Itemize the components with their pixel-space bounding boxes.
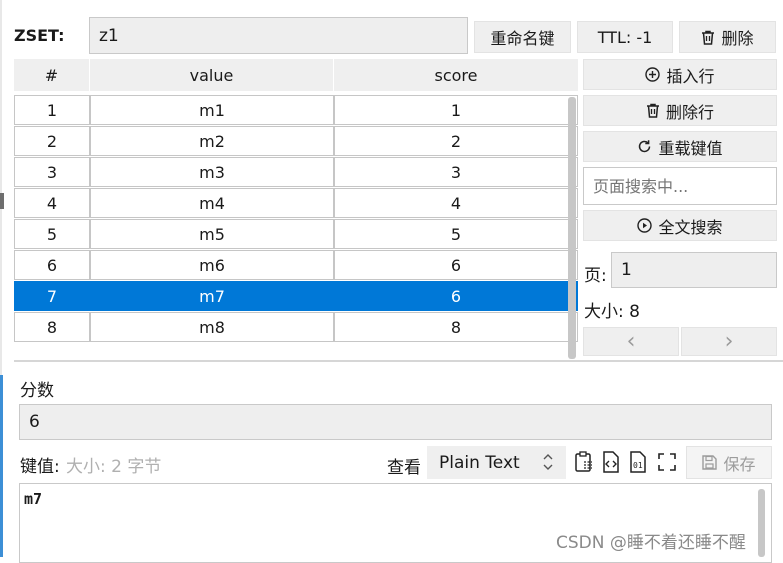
prev-page-button[interactable]: ‹ [583, 327, 679, 356]
binary-file-icon[interactable]: 01 [628, 451, 648, 473]
table-cell-value[interactable]: m2 [90, 126, 334, 156]
watermark: CSDN @睡不着还睡不醒 [556, 533, 746, 553]
refresh-icon [639, 140, 651, 153]
ttl-button[interactable]: TTL: -1 [577, 21, 673, 53]
table-cell-idx[interactable]: 7 [14, 281, 90, 311]
fulltext-search-button[interactable]: 全文搜索 [583, 210, 777, 241]
insert-row-label: 插入行 [666, 66, 715, 86]
fulltext-search-label: 全文搜索 [658, 217, 723, 237]
column-header-value[interactable]: value [90, 59, 334, 91]
reload-value-label: 重载键值 [658, 138, 723, 158]
key-name-input[interactable]: z1 [89, 17, 468, 54]
table-cell-score[interactable]: 1 [334, 95, 578, 125]
table-cell-idx[interactable]: 3 [14, 157, 90, 187]
column-header-score[interactable]: score [334, 59, 578, 91]
value-scrollbar[interactable] [758, 489, 765, 557]
table-cell-value[interactable]: m3 [90, 157, 334, 187]
delete-key-label: 删除 [721, 29, 754, 48]
table-cell-value[interactable]: m1 [90, 95, 334, 125]
plus-circle-icon [645, 67, 661, 82]
floppy-disk-icon [702, 455, 718, 470]
trash-icon [646, 103, 659, 118]
chevron-updown-icon [543, 454, 553, 470]
column-header-index[interactable]: # [14, 59, 90, 91]
clipboard-icon[interactable] [574, 451, 594, 473]
insert-row-button[interactable]: 插入行 [583, 59, 777, 90]
table-cell-score[interactable]: 6 [334, 281, 578, 311]
chevron-left-icon: ‹ [626, 329, 636, 354]
table-cell-score[interactable]: 3 [334, 157, 578, 187]
table-cell-value[interactable]: m6 [90, 250, 334, 280]
table-cell-idx[interactable]: 4 [14, 188, 90, 218]
size-label: 大小: 8 [584, 302, 640, 322]
fullscreen-icon[interactable] [658, 453, 676, 471]
save-label: 保存 [723, 454, 756, 474]
table-cell-score[interactable]: 8 [334, 312, 578, 342]
value-text: m7 [24, 490, 43, 508]
code-file-icon[interactable] [601, 451, 621, 473]
table-cell-idx[interactable]: 8 [14, 312, 90, 342]
delete-row-button[interactable]: 删除行 [583, 95, 777, 126]
value-size-label: 大小: 2 字节 [66, 457, 162, 477]
next-page-button[interactable]: › [681, 327, 777, 356]
page-search-input[interactable] [583, 167, 777, 205]
page-number-input[interactable]: 1 [611, 252, 777, 288]
table-cell-idx[interactable]: 1 [14, 95, 90, 125]
left-edge-accent [0, 375, 3, 557]
splitter[interactable] [14, 360, 783, 362]
score-input[interactable]: 6 [19, 404, 772, 440]
value-label: 键值: [20, 457, 60, 477]
table-cell-idx[interactable]: 5 [14, 219, 90, 249]
chevron-right-icon: › [724, 329, 734, 354]
rename-key-label: 重命名键 [490, 29, 555, 48]
delete-row-label: 删除行 [665, 102, 714, 122]
view-label: 查看 [387, 458, 421, 478]
table-cell-score[interactable]: 4 [334, 188, 578, 218]
page-label: 页: [584, 266, 607, 286]
table-cell-score[interactable]: 6 [334, 250, 578, 280]
table-cell-idx[interactable]: 6 [14, 250, 90, 280]
rename-key-button[interactable]: 重命名键 [474, 21, 571, 53]
score-label: 分数 [20, 381, 54, 401]
table-cell-value[interactable]: m4 [90, 188, 334, 218]
table-cell-score[interactable]: 2 [334, 126, 578, 156]
save-button[interactable]: 保存 [686, 446, 772, 479]
table-cell-value[interactable]: m5 [90, 219, 334, 249]
play-circle-icon [637, 218, 653, 233]
ttl-label: TTL: -1 [597, 27, 653, 47]
table-scrollbar[interactable] [568, 97, 576, 359]
table-cell-value[interactable]: m7 [90, 281, 334, 311]
delete-key-button[interactable]: 删除 [679, 21, 776, 53]
svg-text:01: 01 [633, 461, 643, 470]
trash-icon [702, 30, 715, 45]
table-cell-idx[interactable]: 2 [14, 126, 90, 156]
left-edge-marker [0, 193, 4, 209]
table-cell-value[interactable]: m8 [90, 312, 334, 342]
type-label: ZSET: [14, 26, 65, 45]
reload-value-button[interactable]: 重载键值 [583, 131, 777, 162]
format-select[interactable]: Plain Text [427, 446, 566, 479]
table-cell-score[interactable]: 5 [334, 219, 578, 249]
format-select-value: Plain Text [439, 452, 520, 473]
